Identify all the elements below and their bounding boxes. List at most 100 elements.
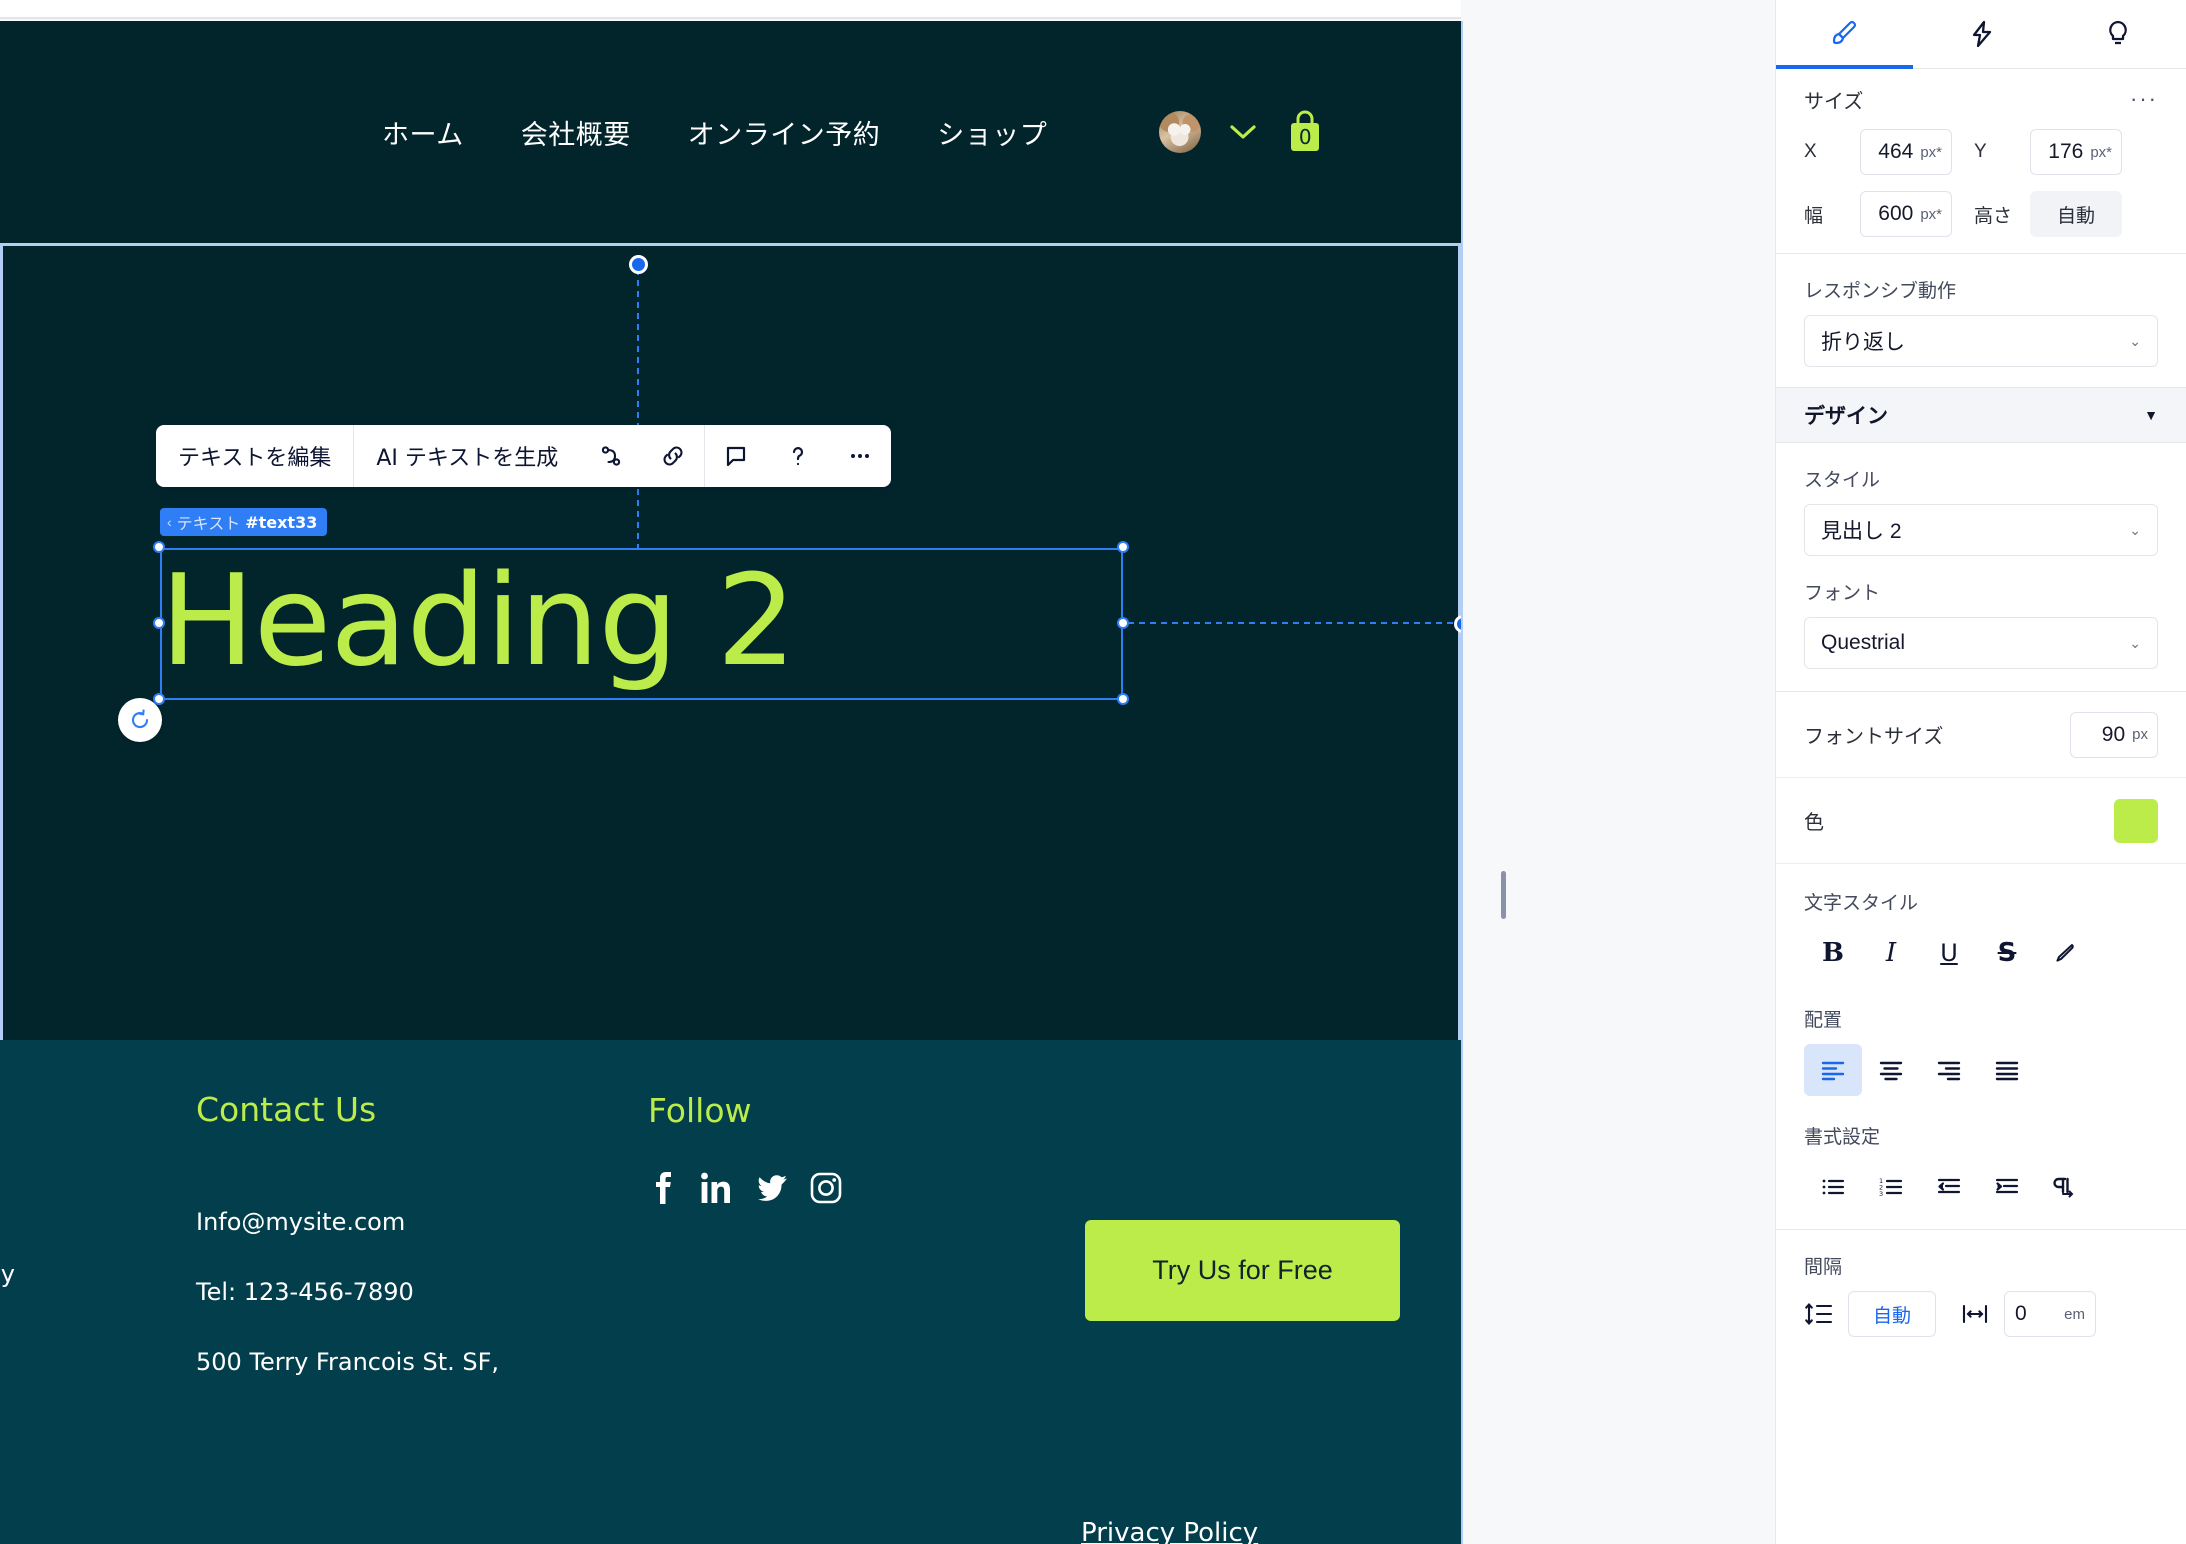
resize-handle-middle-left[interactable] bbox=[153, 617, 165, 629]
privacy-policy-link[interactable]: Privacy Policy bbox=[1081, 1518, 1258, 1544]
style-select[interactable]: 見出し 2 ⌄ bbox=[1804, 504, 2158, 556]
align-center-icon[interactable] bbox=[1862, 1044, 1920, 1096]
size-more-icon[interactable]: ··· bbox=[2130, 86, 2158, 112]
size-section: サイズ ··· X 464 px* Y 176 px* 幅 600 px* 高さ… bbox=[1776, 69, 2186, 237]
fontsize-value: 90 bbox=[2101, 722, 2126, 746]
tab-interactions[interactable] bbox=[1913, 0, 2050, 68]
fontsize-row: フォントサイズ 90 px bbox=[1776, 692, 2186, 778]
color-row: 色 bbox=[1776, 778, 2186, 864]
section-top-handle[interactable] bbox=[629, 255, 648, 274]
text-direction-icon[interactable] bbox=[2036, 1161, 2094, 1213]
letter-spacing-input[interactable]: 0 em bbox=[2004, 1291, 2096, 1337]
footer-email[interactable]: Info@mysite.com bbox=[196, 1208, 405, 1236]
style-value: 見出し 2 bbox=[1821, 520, 1902, 543]
nav-link-booking[interactable]: オンライン予約 bbox=[688, 113, 881, 152]
more-icon[interactable] bbox=[829, 425, 891, 487]
panel-tabs bbox=[1776, 0, 2186, 69]
letter-spacing-icon bbox=[1962, 1304, 1988, 1324]
resize-handle-bottom-right[interactable] bbox=[1117, 693, 1129, 705]
tab-tips[interactable] bbox=[2049, 0, 2186, 68]
x-input[interactable]: 464 px* bbox=[1860, 129, 1952, 175]
y-input[interactable]: 176 px* bbox=[2030, 129, 2122, 175]
height-input[interactable]: 自動 bbox=[2030, 191, 2122, 237]
style-section: スタイル 見出し 2 ⌄ フォント Questrial ⌄ bbox=[1776, 465, 2186, 669]
font-label: フォント bbox=[1804, 583, 1881, 604]
canvas-scrollbar[interactable] bbox=[1501, 871, 1506, 919]
x-unit: px* bbox=[1920, 143, 1942, 161]
lightbulb-icon bbox=[2108, 20, 2127, 45]
comment-icon[interactable] bbox=[705, 425, 767, 487]
resize-handle-top-left[interactable] bbox=[153, 541, 165, 553]
chevron-down-icon: ⌄ bbox=[2129, 634, 2141, 651]
element-id-label: #text33 bbox=[245, 512, 318, 532]
bulleted-list-icon[interactable] bbox=[1804, 1161, 1862, 1213]
divider-1 bbox=[1776, 253, 2186, 254]
chevron-down-icon: ⌄ bbox=[2129, 521, 2141, 538]
color-label: 色 bbox=[1804, 812, 1824, 834]
font-select[interactable]: Questrial ⌄ bbox=[1804, 617, 2158, 669]
facebook-icon[interactable] bbox=[648, 1171, 678, 1205]
lightning-bolt-icon bbox=[1972, 20, 1992, 48]
hero-section[interactable]: ホーム 会社概要 オンライン予約 ショップ 0 テキストを編集 AI テキストを… bbox=[0, 21, 1461, 1040]
rotate-handle[interactable] bbox=[118, 698, 162, 742]
footer-address: 500 Terry Francois St. SF, bbox=[196, 1348, 500, 1376]
line-height-input[interactable]: 自動 bbox=[1848, 1291, 1936, 1337]
width-unit: px* bbox=[1920, 205, 1942, 223]
numbered-list-icon[interactable]: 1 2 3 bbox=[1862, 1161, 1920, 1213]
fontsize-input[interactable]: 90 px bbox=[2070, 711, 2158, 758]
responsive-select[interactable]: 折り返し ⌄ bbox=[1804, 315, 2158, 367]
width-label: 幅 bbox=[1804, 205, 1824, 227]
ai-text-button[interactable]: AI テキストを生成 bbox=[354, 425, 580, 487]
instagram-icon[interactable] bbox=[810, 1171, 842, 1205]
edit-text-button[interactable]: テキストを編集 bbox=[156, 425, 353, 487]
clipped-footer-text: ay bbox=[0, 1260, 15, 1288]
link-icon[interactable] bbox=[642, 425, 704, 487]
underline-icon[interactable]: U bbox=[1920, 927, 1978, 979]
section-right-handle[interactable] bbox=[1454, 615, 1461, 633]
cta-button[interactable]: Try Us for Free bbox=[1085, 1220, 1400, 1321]
linkedin-icon[interactable] bbox=[700, 1171, 732, 1205]
avatar[interactable] bbox=[1159, 111, 1202, 153]
width-input[interactable]: 600 px* bbox=[1860, 191, 1952, 237]
font-value: Questrial bbox=[1821, 631, 1906, 654]
color-swatch[interactable] bbox=[2114, 798, 2158, 843]
y-value: 176 bbox=[2048, 140, 2084, 163]
responsive-section: レスポンシブ動作 折り返し ⌄ bbox=[1776, 276, 2186, 367]
highlight-pen-icon[interactable] bbox=[2036, 927, 2094, 979]
align-justify-icon[interactable] bbox=[1978, 1044, 2036, 1096]
size-section-title: サイズ bbox=[1804, 90, 1864, 113]
nav-link-home[interactable]: ホーム bbox=[382, 113, 464, 152]
twitter-icon[interactable] bbox=[754, 1171, 788, 1205]
outdent-icon[interactable] bbox=[1920, 1161, 1978, 1213]
cart-count: 0 bbox=[1298, 125, 1312, 149]
x-label: X bbox=[1804, 141, 1817, 162]
chevron-left-icon: ‹ bbox=[167, 514, 172, 530]
dimensions-row: 幅 600 px* 高さ 自動 bbox=[1804, 191, 2158, 237]
chevron-down-icon[interactable] bbox=[1229, 124, 1257, 140]
help-icon[interactable] bbox=[767, 425, 829, 487]
resize-handle-top-right[interactable] bbox=[1117, 541, 1129, 553]
y-label: Y bbox=[1974, 141, 1987, 162]
nav-link-shop[interactable]: ショップ bbox=[937, 113, 1047, 152]
italic-icon[interactable]: I bbox=[1862, 927, 1920, 979]
resize-handle-middle-right[interactable] bbox=[1117, 617, 1129, 629]
indent-icon[interactable] bbox=[1978, 1161, 2036, 1213]
align-left-icon[interactable] bbox=[1804, 1044, 1862, 1096]
strikethrough-icon[interactable]: S bbox=[1978, 927, 2036, 979]
nav-link-about[interactable]: 会社概要 bbox=[521, 113, 631, 152]
bold-icon[interactable]: B bbox=[1804, 927, 1862, 979]
size-section-header: サイズ ··· bbox=[1804, 69, 2158, 129]
animation-icon[interactable] bbox=[580, 425, 642, 487]
design-section-header[interactable]: デザイン ▼ bbox=[1776, 387, 2186, 443]
format-label: 書式設定 bbox=[1804, 1127, 1881, 1148]
cart-button[interactable]: 0 bbox=[1285, 108, 1325, 156]
align-right-icon[interactable] bbox=[1920, 1044, 1978, 1096]
editor-root: ホーム 会社概要 オンライン予約 ショップ 0 テキストを編集 AI テキストを… bbox=[0, 0, 2186, 1544]
canvas-right-edge bbox=[1461, 21, 1463, 1544]
tab-design[interactable] bbox=[1776, 0, 1913, 69]
element-tag-chip[interactable]: ‹ テキスト #text33 bbox=[160, 508, 328, 536]
site-preview: ホーム 会社概要 オンライン予約 ショップ 0 テキストを編集 AI テキストを… bbox=[0, 21, 1461, 1544]
position-row: X 464 px* Y 176 px* bbox=[1804, 129, 2158, 175]
social-links bbox=[648, 1171, 842, 1205]
height-value: 自動 bbox=[2056, 205, 2095, 227]
